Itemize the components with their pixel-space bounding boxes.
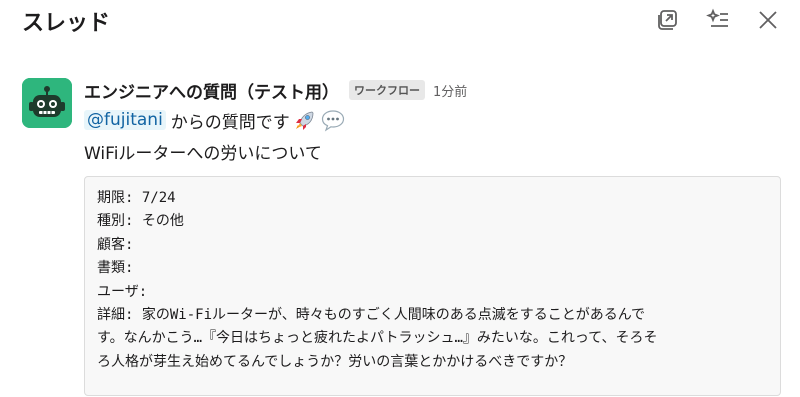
field-label: 種別: xyxy=(97,213,134,230)
detail-line: 家のWi-Fiルーターが、時々ものすごく人間味のある点滅をすることがあるんで xyxy=(141,307,646,324)
robot-icon xyxy=(22,78,72,128)
detail-line: ろ人格が芽生え始めてるんでしょうか？労いの言葉とかかけるべきですか？ xyxy=(97,353,573,370)
field-label: 書類: xyxy=(97,260,134,277)
bot-avatar[interactable] xyxy=(22,78,72,128)
field-type: 種別: その他 xyxy=(97,210,768,233)
message-subject: WiFiルーターへの労いについて xyxy=(84,144,322,164)
thread-window-icon[interactable] xyxy=(654,6,682,34)
field-label: ユーザ: xyxy=(97,283,148,300)
mention-suffix: からの質問です xyxy=(170,112,290,133)
field-user: ユーザ: xyxy=(97,281,768,304)
field-label: 期限: xyxy=(97,190,134,206)
thread-header: スレッド xyxy=(0,0,800,40)
field-deadline: 期限: 7/24 xyxy=(97,187,768,210)
field-document: 書類: xyxy=(97,257,768,280)
header-actions xyxy=(654,6,782,34)
sender-name[interactable]: エンジニアへの質問（テスト用） xyxy=(84,78,339,103)
user-mention[interactable]: @fujitani xyxy=(84,110,166,130)
detail-line: す。なんかこう…『今日はちょっと疲れたよパトラッシュ…』みたいな。これって、そろ… xyxy=(97,330,658,347)
field-value: その他 xyxy=(141,213,184,230)
details-code-block: 期限: 7/24 種別: その他 顧客: 書類: ユーザ: 詳細: 家のWi-F… xyxy=(84,176,781,396)
field-label: 顧客: xyxy=(97,236,134,253)
sparkle-list-icon[interactable] xyxy=(704,6,732,34)
workflow-badge: ワークフロー xyxy=(349,80,425,100)
message-content: エンジニアへの質問（テスト用） ワークフロー 1分前 @fujitani からの… xyxy=(84,78,782,396)
field-label: 詳細: xyxy=(97,307,134,324)
field-detail: 詳細: 家のWi-Fiルーターが、時々ものすごく人間味のある点滅をすることがある… xyxy=(97,304,768,327)
rocket-emoji xyxy=(292,107,318,133)
thread-title: スレッド xyxy=(22,11,111,36)
timestamp[interactable]: 1分前 xyxy=(433,81,467,100)
field-customer: 顧客: xyxy=(97,234,768,257)
message-meta: エンジニアへの質問（テスト用） ワークフロー 1分前 xyxy=(84,78,782,103)
close-icon[interactable] xyxy=(754,6,782,34)
message-line-mention: @fujitani からの質問です xyxy=(84,107,782,133)
speech-balloon-emoji xyxy=(320,107,346,133)
field-value: 7/24 xyxy=(141,190,176,206)
